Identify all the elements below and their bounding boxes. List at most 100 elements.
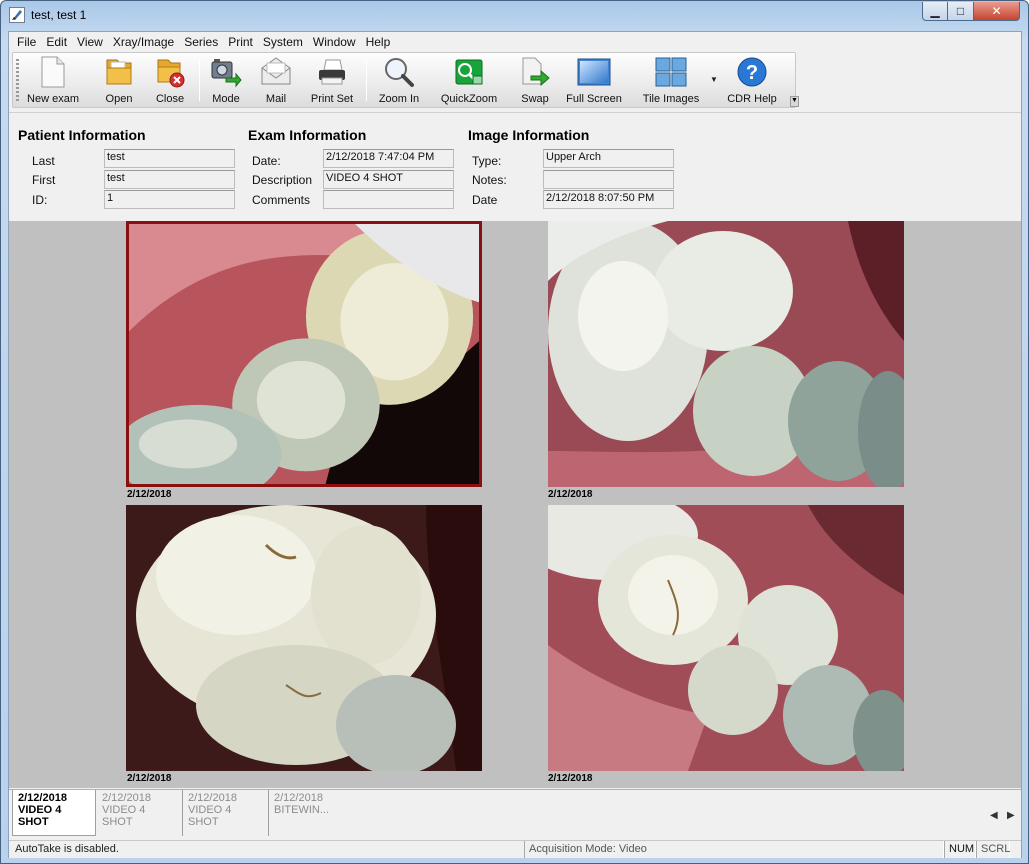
intraoral-image-1[interactable] [126,221,482,487]
image-date-field[interactable]: 2/12/2018 8:07:50 PM [543,190,674,209]
id-field[interactable]: 1 [104,190,235,209]
new-exam-button[interactable]: New exam [27,55,79,107]
autotake-status: AutoTake is disabled. [15,843,119,855]
image-3-date: 2/12/2018 [127,773,172,784]
magnifier-icon [382,55,416,89]
patient-info-heading: Patient Information [18,127,146,143]
series-tab[interactable]: 2/12/2018 BITEWIN... [269,790,349,836]
menu-system[interactable]: System [258,35,308,49]
toolbar: New exam Open Close Mode Mail Print Set … [12,52,799,108]
maximize-button[interactable]: □ [948,2,974,21]
mail-button[interactable]: Mail [256,55,296,107]
menu-view[interactable]: View [72,35,108,49]
toolbar-grip[interactable] [16,59,19,103]
swap-button[interactable]: Swap [515,55,555,107]
tile-images-button[interactable]: Tile Images [639,55,703,107]
mode-button[interactable]: Mode [206,55,246,107]
maximize-icon: □ [956,4,965,18]
series-tab-label: VIDEO 4 SHOT [188,804,232,828]
series-tab[interactable]: 2/12/2018 VIDEO 4 SHOT [12,790,96,836]
close-icon: ✕ [991,4,1002,18]
mail-icon [259,55,293,89]
description-label: Description [252,173,313,187]
minimize-button[interactable]: ▁ [922,2,948,21]
series-tab-date: 2/12/2018 [188,792,237,804]
acquisition-mode-status: Acquisition Mode: Video [524,841,944,858]
tile-images-dropdown-arrow[interactable]: ▼ [710,75,718,84]
description-field[interactable]: VIDEO 4 SHOT [323,170,454,189]
series-thumbnail-bar: 2/12/2018 VIDEO 4 SHOT 2/12/2018 VIDEO 4… [9,789,1021,839]
close-folder-icon [153,55,187,89]
image-2-date: 2/12/2018 [548,489,593,500]
exam-date-label: Date: [252,154,281,168]
menu-file[interactable]: File [12,35,41,49]
menu-help[interactable]: Help [361,35,396,49]
image-info-heading: Image Information [468,127,590,143]
series-tab[interactable]: 2/12/2018 VIDEO 4 SHOT [97,790,183,836]
first-name-label: First [32,173,56,187]
help-icon: ? [735,55,769,89]
zoom-in-button[interactable]: Zoom In [375,55,423,107]
menu-bar: File Edit View Xray/Image Series Print S… [9,32,1021,51]
swap-icon [518,55,552,89]
series-tab-date: 2/12/2018 [102,792,151,804]
notes-field[interactable] [543,170,674,189]
menu-edit[interactable]: Edit [41,35,72,49]
intraoral-image-4[interactable] [548,505,904,771]
scroll-left-icon[interactable]: ◀ [990,810,998,821]
quickzoom-button[interactable]: QuickZoom [437,55,501,107]
quickzoom-icon [452,55,486,89]
image-4-date: 2/12/2018 [548,773,593,784]
tile-images-icon [654,55,688,89]
toolbar-overflow-button[interactable]: ▼ [790,96,799,107]
series-tab-label: VIDEO 4 SHOT [102,804,146,828]
minimize-icon: ▁ [930,4,940,18]
new-document-icon [36,55,70,89]
last-name-field[interactable]: test [104,149,235,168]
menu-series[interactable]: Series [179,35,223,49]
close-exam-button[interactable]: Close [150,55,190,107]
client-area: File Edit View Xray/Image Series Print S… [8,31,1022,858]
image-viewer: 2/12/2018 2/12/2018 2/12/2018 2/12/2018 [9,221,1021,788]
title-bar[interactable]: test, test 1 ▁ □ ✕ [1,1,1028,31]
image-date-label: Date [472,193,498,207]
exam-date-field[interactable]: 2/12/2018 7:47:04 PM [323,149,454,168]
print-set-button[interactable]: Print Set [307,55,357,107]
id-label: ID: [32,193,48,207]
menu-window[interactable]: Window [308,35,361,49]
status-bar: AutoTake is disabled. Acquisition Mode: … [9,840,1021,858]
num-lock-indicator: NUM [944,841,976,858]
last-name-label: Last [32,154,55,168]
close-window-button[interactable]: ✕ [974,2,1020,21]
scroll-right-icon[interactable]: ▶ [1007,810,1015,821]
camera-mode-icon [209,55,243,89]
window-title: test, test 1 [31,8,87,22]
exam-info-heading: Exam Information [248,127,367,143]
image-type-field[interactable]: Upper Arch [543,149,674,168]
open-folder-icon [102,55,136,89]
image-1-date: 2/12/2018 [127,489,172,500]
svg-text:?: ? [746,62,758,84]
full-screen-icon [577,55,611,89]
toolbar-separator [366,59,367,101]
menu-print[interactable]: Print [223,35,258,49]
open-button[interactable]: Open [99,55,139,107]
image-type-label: Type: [472,154,502,168]
printer-icon [315,55,349,89]
series-tab[interactable]: 2/12/2018 VIDEO 4 SHOT [183,790,269,836]
series-tab-label: VIDEO 4 SHOT [18,804,62,828]
comments-field[interactable] [323,190,454,209]
application-window: test, test 1 ▁ □ ✕ File Edit View Xray/I… [0,0,1029,864]
series-tab-label: BITEWIN... [274,804,329,816]
intraoral-image-2[interactable] [548,221,904,487]
notes-label: Notes: [472,173,507,187]
series-tab-date: 2/12/2018 [274,792,323,804]
first-name-field[interactable]: test [104,170,235,189]
toolbar-separator [199,59,200,101]
cdr-help-button[interactable]: ? CDR Help [724,55,780,107]
full-screen-button[interactable]: Full Screen [564,55,624,107]
intraoral-image-3[interactable] [126,505,482,771]
scroll-lock-indicator: SCRL [976,841,1010,858]
comments-label: Comments [252,193,311,207]
menu-xray-image[interactable]: Xray/Image [108,35,179,49]
